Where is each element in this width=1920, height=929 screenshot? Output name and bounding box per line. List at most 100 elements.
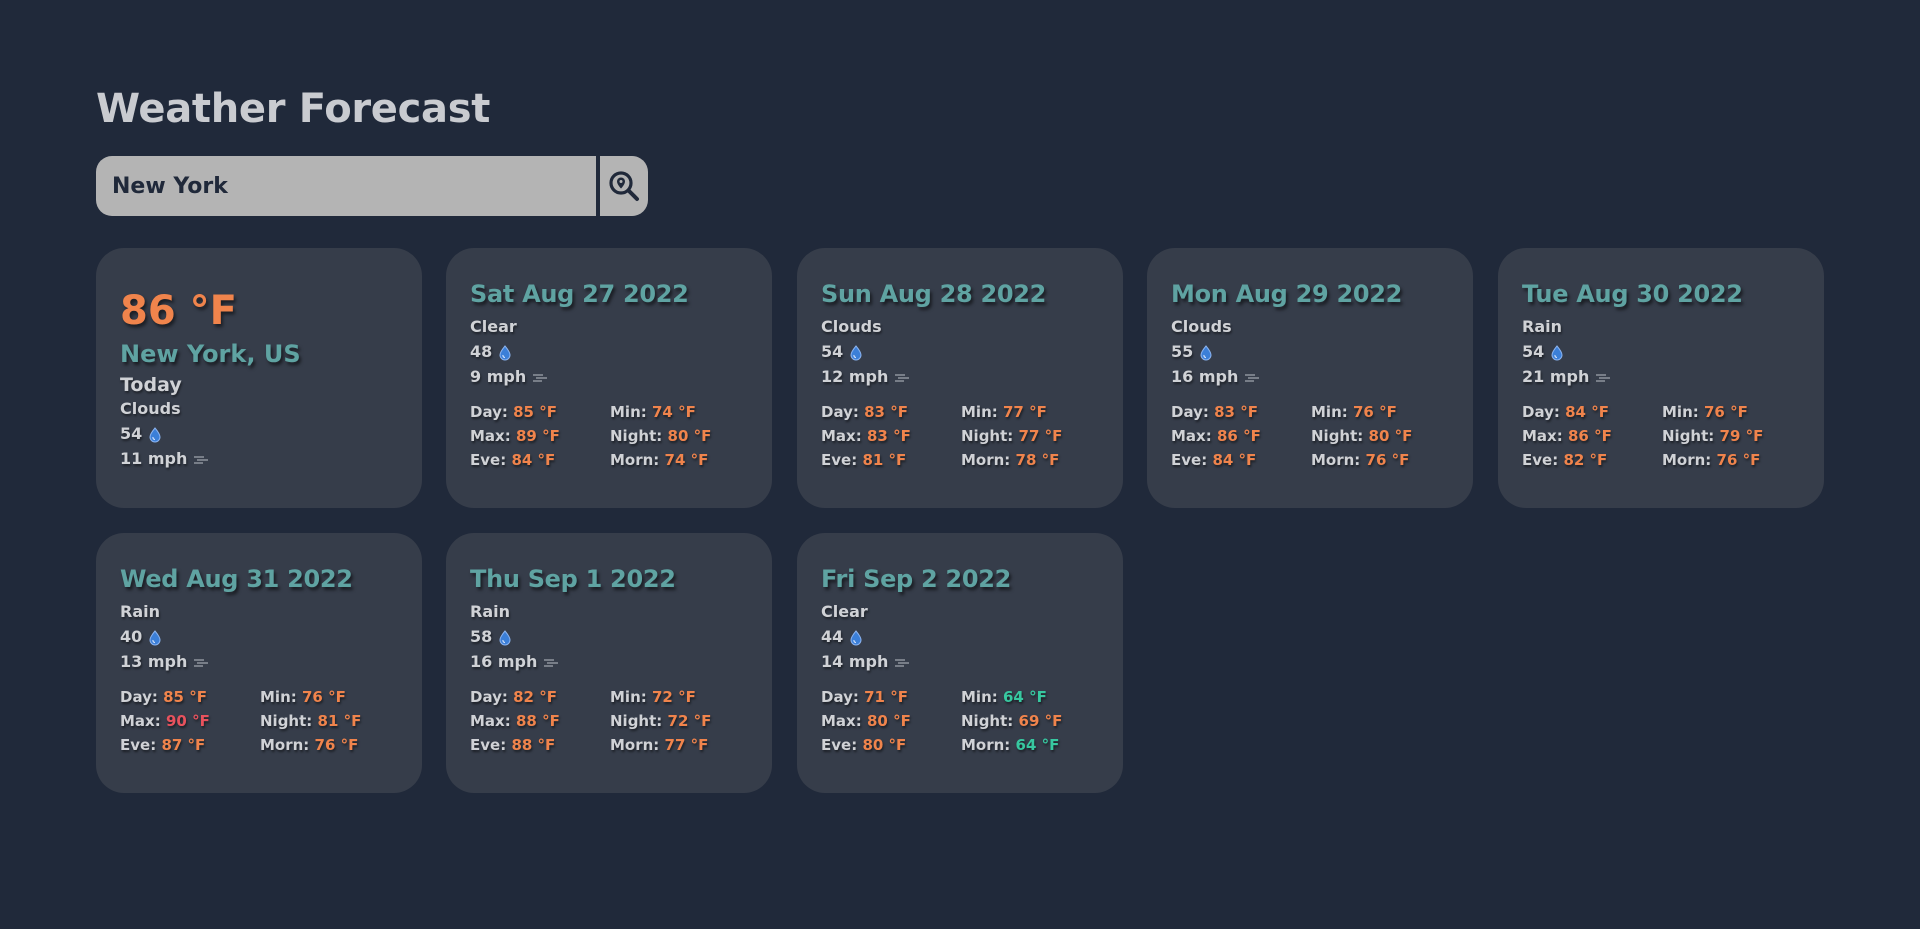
forecast-day-label: Day: bbox=[821, 403, 859, 421]
forecast-wind-value: 12 mph bbox=[821, 367, 889, 386]
forecast-humidity-value: 44 bbox=[821, 627, 844, 646]
forecast-min-label: Min: bbox=[260, 688, 297, 706]
forecast-morn-value: 76 °F bbox=[314, 736, 359, 754]
forecast-morn-value: 77 °F bbox=[664, 736, 709, 754]
forecast-day-label: Day: bbox=[470, 688, 508, 706]
forecast-night-label: Night: bbox=[260, 712, 313, 730]
forecast-humidity: 58 bbox=[470, 624, 748, 649]
forecast-wind-value: 16 mph bbox=[1171, 367, 1239, 386]
forecast-day-value: 84 °F bbox=[1565, 403, 1609, 421]
forecast-night: Night: 81 °F bbox=[260, 709, 400, 733]
forecast-max: Max: 86 °F bbox=[1171, 424, 1311, 448]
wind-icon bbox=[193, 446, 209, 471]
forecast-night: Night: 80 °F bbox=[610, 424, 750, 448]
forecast-condition: Rain bbox=[120, 602, 160, 621]
wind-icon bbox=[532, 364, 548, 389]
forecast-night-value: 79 °F bbox=[1719, 427, 1764, 445]
city-search-input[interactable] bbox=[96, 156, 596, 216]
forecast-eve: Eve: 87 °F bbox=[120, 733, 260, 757]
today-temperature: 86 °F bbox=[120, 288, 237, 334]
droplet-icon bbox=[1550, 339, 1564, 364]
forecast-day: Day: 83 °F bbox=[1171, 400, 1311, 424]
forecast-max-value: 90 °F bbox=[165, 712, 210, 730]
forecast-eve-value: 88 °F bbox=[511, 736, 556, 754]
forecast-day-value: 82 °F bbox=[513, 688, 557, 706]
forecast-min: Min: 76 °F bbox=[260, 685, 400, 709]
forecast-card: Tue Aug 30 2022 Rain 54 21 mph Day: 84 °F Min… bbox=[1498, 248, 1824, 508]
forecast-date: Sun Aug 28 2022 bbox=[821, 280, 1047, 308]
forecast-min-value: 76 °F bbox=[1703, 403, 1748, 421]
forecast-night-label: Night: bbox=[961, 712, 1014, 730]
droplet-icon bbox=[849, 624, 863, 649]
forecast-eve-label: Eve: bbox=[821, 736, 858, 754]
forecast-date: Sat Aug 27 2022 bbox=[470, 280, 689, 308]
forecast-card: Sat Aug 27 2022 Clear 48 9 mph Day: 85 °F Min… bbox=[446, 248, 772, 508]
forecast-temperature-grid: Day: 83 °F Min: 77 °F Max: 83 °F Night: 77 … bbox=[821, 400, 1099, 472]
forecast-humidity: 44 bbox=[821, 624, 1099, 649]
forecast-max-value: 86 °F bbox=[1216, 427, 1261, 445]
forecast-morn-label: Morn: bbox=[260, 736, 310, 754]
forecast-day-value: 83 °F bbox=[864, 403, 908, 421]
forecast-eve-label: Eve: bbox=[470, 451, 507, 469]
forecast-night-label: Night: bbox=[1662, 427, 1715, 445]
forecast-day-label: Day: bbox=[821, 688, 859, 706]
forecast-date: Mon Aug 29 2022 bbox=[1171, 280, 1403, 308]
wind-icon bbox=[1595, 364, 1611, 389]
forecast-date: Thu Sep 1 2022 bbox=[470, 565, 676, 593]
forecast-min-label: Min: bbox=[961, 403, 998, 421]
forecast-card: Thu Sep 1 2022 Rain 58 16 mph Day: 82 °F Min:… bbox=[446, 533, 772, 793]
forecast-max: Max: 86 °F bbox=[1522, 424, 1662, 448]
forecast-min: Min: 77 °F bbox=[961, 400, 1101, 424]
forecast-max-label: Max: bbox=[821, 427, 862, 445]
forecast-min-label: Min: bbox=[610, 403, 647, 421]
forecast-min-value: 76 °F bbox=[1352, 403, 1397, 421]
forecast-humidity: 54 bbox=[821, 339, 1099, 364]
forecast-morn: Morn: 74 °F bbox=[610, 448, 750, 472]
forecast-morn: Morn: 78 °F bbox=[961, 448, 1101, 472]
forecast-morn: Morn: 76 °F bbox=[1311, 448, 1451, 472]
forecast-humidity-value: 48 bbox=[470, 342, 493, 361]
forecast-temperature-grid: Day: 85 °F Min: 74 °F Max: 89 °F Night: 80 … bbox=[470, 400, 748, 472]
forecast-morn-label: Morn: bbox=[961, 736, 1011, 754]
forecast-min: Min: 76 °F bbox=[1311, 400, 1451, 424]
forecast-max-label: Max: bbox=[1171, 427, 1212, 445]
forecast-day: Day: 71 °F bbox=[821, 685, 961, 709]
forecast-max-value: 83 °F bbox=[866, 427, 911, 445]
forecast-day-label: Day: bbox=[120, 688, 158, 706]
forecast-temperature-grid: Day: 85 °F Min: 76 °F Max: 90 °F Night: 81 … bbox=[120, 685, 398, 757]
forecast-night-value: 80 °F bbox=[1368, 427, 1413, 445]
forecast-humidity-value: 58 bbox=[470, 627, 493, 646]
forecast-humidity-value: 54 bbox=[1522, 342, 1545, 361]
forecast-eve-label: Eve: bbox=[120, 736, 157, 754]
forecast-day-label: Day: bbox=[1171, 403, 1209, 421]
forecast-morn: Morn: 77 °F bbox=[610, 733, 750, 757]
forecast-morn: Morn: 76 °F bbox=[260, 733, 400, 757]
forecast-eve: Eve: 81 °F bbox=[821, 448, 961, 472]
forecast-day: Day: 82 °F bbox=[470, 685, 610, 709]
forecast-min-value: 74 °F bbox=[651, 403, 696, 421]
wind-icon bbox=[894, 364, 910, 389]
forecast-card: Fri Sep 2 2022 Clear 44 14 mph Day: 71 °F Min… bbox=[797, 533, 1123, 793]
forecast-wind-value: 14 mph bbox=[821, 652, 889, 671]
forecast-eve: Eve: 88 °F bbox=[470, 733, 610, 757]
forecast-day-value: 71 °F bbox=[864, 688, 908, 706]
forecast-condition: Clear bbox=[821, 602, 868, 621]
forecast-eve: Eve: 82 °F bbox=[1522, 448, 1662, 472]
forecast-morn: Morn: 64 °F bbox=[961, 733, 1101, 757]
wind-icon bbox=[543, 649, 559, 674]
forecast-condition: Clouds bbox=[1171, 317, 1232, 336]
search-button[interactable] bbox=[600, 156, 648, 216]
forecast-morn-value: 64 °F bbox=[1015, 736, 1060, 754]
forecast-night-value: 77 °F bbox=[1018, 427, 1063, 445]
forecast-morn: Morn: 76 °F bbox=[1662, 448, 1802, 472]
wind-icon bbox=[1244, 364, 1260, 389]
forecast-wind: 13 mph bbox=[120, 649, 398, 674]
forecast-wind-value: 13 mph bbox=[120, 652, 188, 671]
forecast-max-value: 88 °F bbox=[515, 712, 560, 730]
forecast-day-value: 85 °F bbox=[163, 688, 207, 706]
today-condition: Clouds bbox=[120, 399, 181, 418]
forecast-night-label: Night: bbox=[610, 712, 663, 730]
forecast-min-value: 64 °F bbox=[1002, 688, 1047, 706]
forecast-wind: 9 mph bbox=[470, 364, 748, 389]
forecast-night-value: 69 °F bbox=[1018, 712, 1063, 730]
